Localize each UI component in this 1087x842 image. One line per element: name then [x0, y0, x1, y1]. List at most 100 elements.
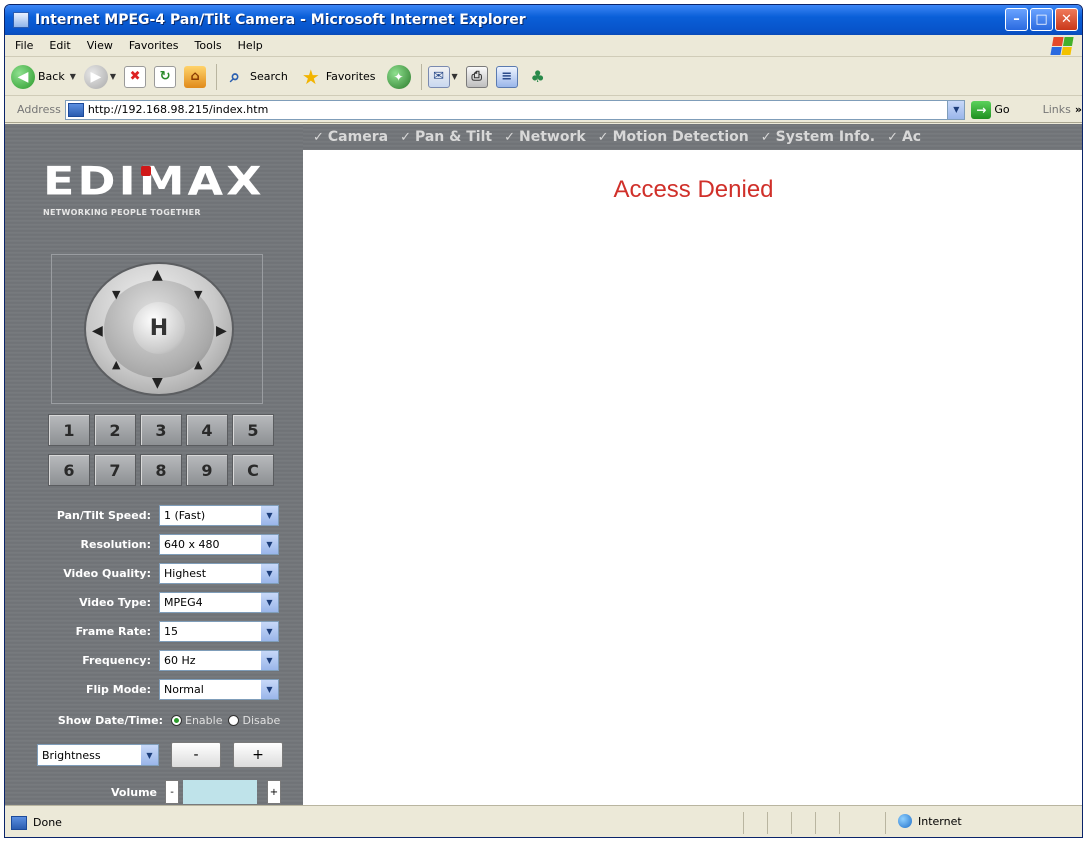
media-button[interactable]: ✦	[386, 62, 411, 92]
menu-favorites[interactable]: Favorites	[129, 39, 179, 52]
home-button[interactable]: ⌂	[184, 62, 207, 92]
messenger-button[interactable]: ♣	[526, 62, 550, 92]
pan-tilt-pad: ▲ ▼ ◀ ▶ ▼ ▼ ▲ ▲ H	[84, 262, 234, 396]
setting-value: 1 (Fast)	[164, 509, 206, 522]
preset-button-3[interactable]: 3	[140, 414, 182, 446]
preset-button-4[interactable]: 4	[186, 414, 228, 446]
frame-rate-select[interactable]: 15 ▼	[159, 621, 279, 642]
volume-up-button[interactable]: +	[267, 780, 281, 804]
preset-button-8[interactable]: 8	[140, 454, 182, 486]
maximize-button[interactable]: □	[1030, 8, 1053, 31]
chevron-down-icon[interactable]: ▼	[261, 593, 278, 612]
show-date-time-row: Show Date/Time: Enable Disabe	[5, 709, 303, 731]
preset-button-5[interactable]: 5	[232, 414, 274, 446]
setting-row-resolution: Resolution: 640 x 480 ▼	[5, 530, 303, 559]
edit-button[interactable]: ≡	[495, 62, 518, 92]
refresh-button[interactable]: ↻	[154, 62, 177, 92]
title-bar[interactable]: Internet MPEG-4 Pan/Tilt Camera - Micros…	[5, 5, 1082, 35]
video-quality-select[interactable]: Highest ▼	[159, 563, 279, 584]
favorites-button[interactable]: ★ Favorites	[299, 62, 379, 92]
menu-file[interactable]: File	[15, 39, 33, 52]
search-button[interactable]: ⌕ Search	[223, 62, 291, 92]
address-input[interactable]: http://192.168.98.215/index.htm ▼	[64, 99, 966, 120]
nav-network[interactable]: ✓ Network	[504, 129, 586, 145]
increase-button[interactable]: +	[233, 742, 283, 768]
logo-dot	[141, 166, 151, 176]
setting-label: Frequency:	[82, 654, 151, 667]
resolution-select[interactable]: 640 x 480 ▼	[159, 534, 279, 555]
address-dropdown-icon[interactable]: ▼	[947, 100, 965, 119]
preset-button-clear[interactable]: C	[232, 454, 274, 486]
mail-button[interactable]: ✉ ▼	[427, 62, 458, 92]
close-button[interactable]: ✕	[1055, 8, 1078, 31]
preset-button-7[interactable]: 7	[94, 454, 136, 486]
menu-tools[interactable]: Tools	[195, 39, 222, 52]
back-button[interactable]: ◀ Back ▼	[11, 62, 76, 92]
forward-dropdown-icon[interactable]: ▼	[110, 72, 116, 81]
adjust-select[interactable]: Brightness ▼	[37, 744, 159, 766]
chevron-down-icon[interactable]: ▼	[261, 622, 278, 641]
left-arrow-icon[interactable]: ◀	[92, 324, 103, 338]
radio-checked-icon[interactable]	[171, 714, 182, 726]
stop-button[interactable]: ✖	[124, 62, 147, 92]
print-button[interactable]: ⎙	[465, 62, 488, 92]
video-type-select[interactable]: MPEG4 ▼	[159, 592, 279, 613]
menu-help[interactable]: Help	[238, 39, 263, 52]
decrease-button[interactable]: -	[171, 742, 221, 768]
back-dropdown-icon[interactable]: ▼	[70, 72, 76, 81]
logo-tagline: NETWORKING PEOPLE TOGETHER	[43, 208, 201, 217]
security-zone: Internet	[898, 814, 962, 828]
chevron-down-icon[interactable]: ▼	[261, 506, 278, 525]
nav-camera[interactable]: ✓ Camera	[313, 129, 388, 145]
chevron-down-icon[interactable]: ▼	[261, 651, 278, 670]
date-time-enable-radio[interactable]: Enable	[171, 714, 222, 727]
up-right-arrow-icon[interactable]: ▼	[194, 288, 202, 302]
minimize-button[interactable]: –	[1005, 8, 1028, 31]
search-icon: ⌕	[229, 66, 241, 87]
status-divider	[839, 812, 840, 834]
radio-unchecked-icon[interactable]	[228, 714, 240, 726]
mail-dropdown-icon[interactable]: ▼	[452, 72, 458, 81]
nav-system-info[interactable]: ✓ System Info.	[761, 129, 875, 145]
down-arrow-icon[interactable]: ▼	[152, 376, 163, 390]
down-left-arrow-icon[interactable]: ▲	[112, 358, 120, 372]
volume-slider[interactable]	[183, 780, 257, 804]
star-icon: ★	[301, 64, 320, 89]
chevron-down-icon[interactable]: ▼	[261, 535, 278, 554]
chevron-down-icon[interactable]: ▼	[261, 680, 278, 699]
menu-edit[interactable]: Edit	[49, 39, 70, 52]
up-left-arrow-icon[interactable]: ▼	[112, 288, 120, 302]
date-time-disable-radio[interactable]: Disabe	[228, 714, 280, 727]
links-chevron-icon[interactable]: »	[1075, 103, 1082, 116]
chevron-down-icon[interactable]: ▼	[261, 564, 278, 583]
down-right-arrow-icon[interactable]: ▲	[194, 358, 202, 372]
forward-arrow-icon: ▶	[83, 64, 108, 89]
setting-label: Video Type:	[79, 596, 151, 609]
right-arrow-icon[interactable]: ▶	[216, 324, 227, 338]
up-arrow-icon[interactable]: ▲	[152, 268, 163, 282]
ie-page-icon	[13, 12, 29, 28]
frequency-select[interactable]: 60 Hz ▼	[159, 650, 279, 671]
volume-down-button[interactable]: -	[165, 780, 179, 804]
preset-button-6[interactable]: 6	[48, 454, 90, 486]
setting-value: Highest	[164, 567, 207, 580]
setting-value: 640 x 480	[164, 538, 220, 551]
preset-button-1[interactable]: 1	[48, 414, 90, 446]
status-divider	[885, 812, 886, 834]
preset-button-2[interactable]: 2	[94, 414, 136, 446]
preset-button-9[interactable]: 9	[186, 454, 228, 486]
menu-view[interactable]: View	[87, 39, 113, 52]
chevron-down-icon[interactable]: ▼	[141, 745, 158, 765]
nav-label: Motion Detection	[612, 129, 749, 145]
setting-label: Resolution:	[80, 538, 151, 551]
home-position-button[interactable]: H	[133, 302, 185, 354]
links-label[interactable]: Links	[1043, 103, 1071, 116]
nav-access[interactable]: ✓ Ac	[887, 129, 921, 145]
forward-button[interactable]: ▶ ▼	[83, 62, 116, 92]
go-button[interactable]: → Go	[971, 100, 1012, 119]
pan-tilt-speed-select[interactable]: 1 (Fast) ▼	[159, 505, 279, 526]
nav-motion-detection[interactable]: ✓ Motion Detection	[598, 129, 749, 145]
flip-mode-select[interactable]: Normal ▼	[159, 679, 279, 700]
globe-icon	[898, 814, 912, 828]
nav-pan-tilt[interactable]: ✓ Pan & Tilt	[400, 129, 492, 145]
